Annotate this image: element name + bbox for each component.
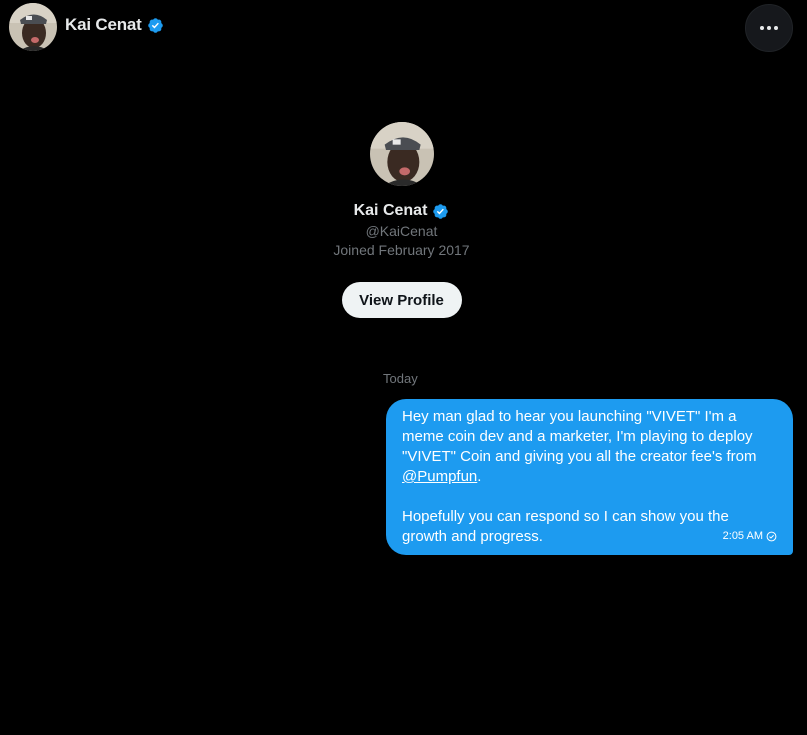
view-profile-button[interactable]: View Profile [341, 282, 462, 318]
more-options-button[interactable] [745, 4, 793, 52]
avatar-photo-icon [9, 3, 57, 51]
profile-joined-date: Joined February 2017 [333, 242, 470, 258]
sent-check-icon [766, 531, 777, 541]
date-divider: Today [383, 371, 418, 386]
message-line: "VIVET" Coin and giving you all the crea… [402, 448, 757, 465]
verified-badge-icon [147, 17, 163, 33]
message-line: Hopefully you can respond so I can show … [402, 508, 729, 525]
profile-name-group: Kai Cenat [354, 202, 450, 220]
message-time: 2:05 AM [722, 530, 763, 542]
profile-name: Kai Cenat [353, 202, 428, 219]
message-line: meme coin dev and a marketer, I'm playin… [402, 428, 753, 445]
mention-link[interactable]: @Pumpfun [402, 468, 477, 485]
mention-suffix: . [477, 468, 482, 485]
header-avatar[interactable] [9, 3, 57, 51]
message-line: Hey man glad to hear you launching "VIVE… [402, 408, 737, 425]
message-meta: 2:05 AM [723, 526, 777, 546]
message-line: growth and progress. [402, 528, 543, 545]
header-name: Kai Cenat [65, 15, 142, 34]
conversation-header: Kai Cenat [0, 0, 807, 54]
avatar-photo-icon [369, 122, 434, 186]
more-horizontal-icon [760, 26, 778, 30]
message-text: Hey man glad to hear you launching "VIVE… [402, 407, 777, 547]
profile-handle: @KaiCenat [365, 223, 438, 239]
outgoing-message[interactable]: Hey man glad to hear you launching "VIVE… [386, 399, 793, 555]
header-name-group[interactable]: Kai Cenat [65, 15, 164, 35]
message-line-mention: @Pumpfun. [402, 467, 777, 487]
dm-conversation-view: Kai Cenat Kai Cenat @KaiCenat Joined Feb… [0, 0, 807, 735]
profile-card: Kai Cenat @KaiCenat Joined February 2017… [0, 122, 803, 318]
profile-avatar[interactable] [369, 122, 434, 186]
verified-badge-icon [433, 203, 449, 219]
